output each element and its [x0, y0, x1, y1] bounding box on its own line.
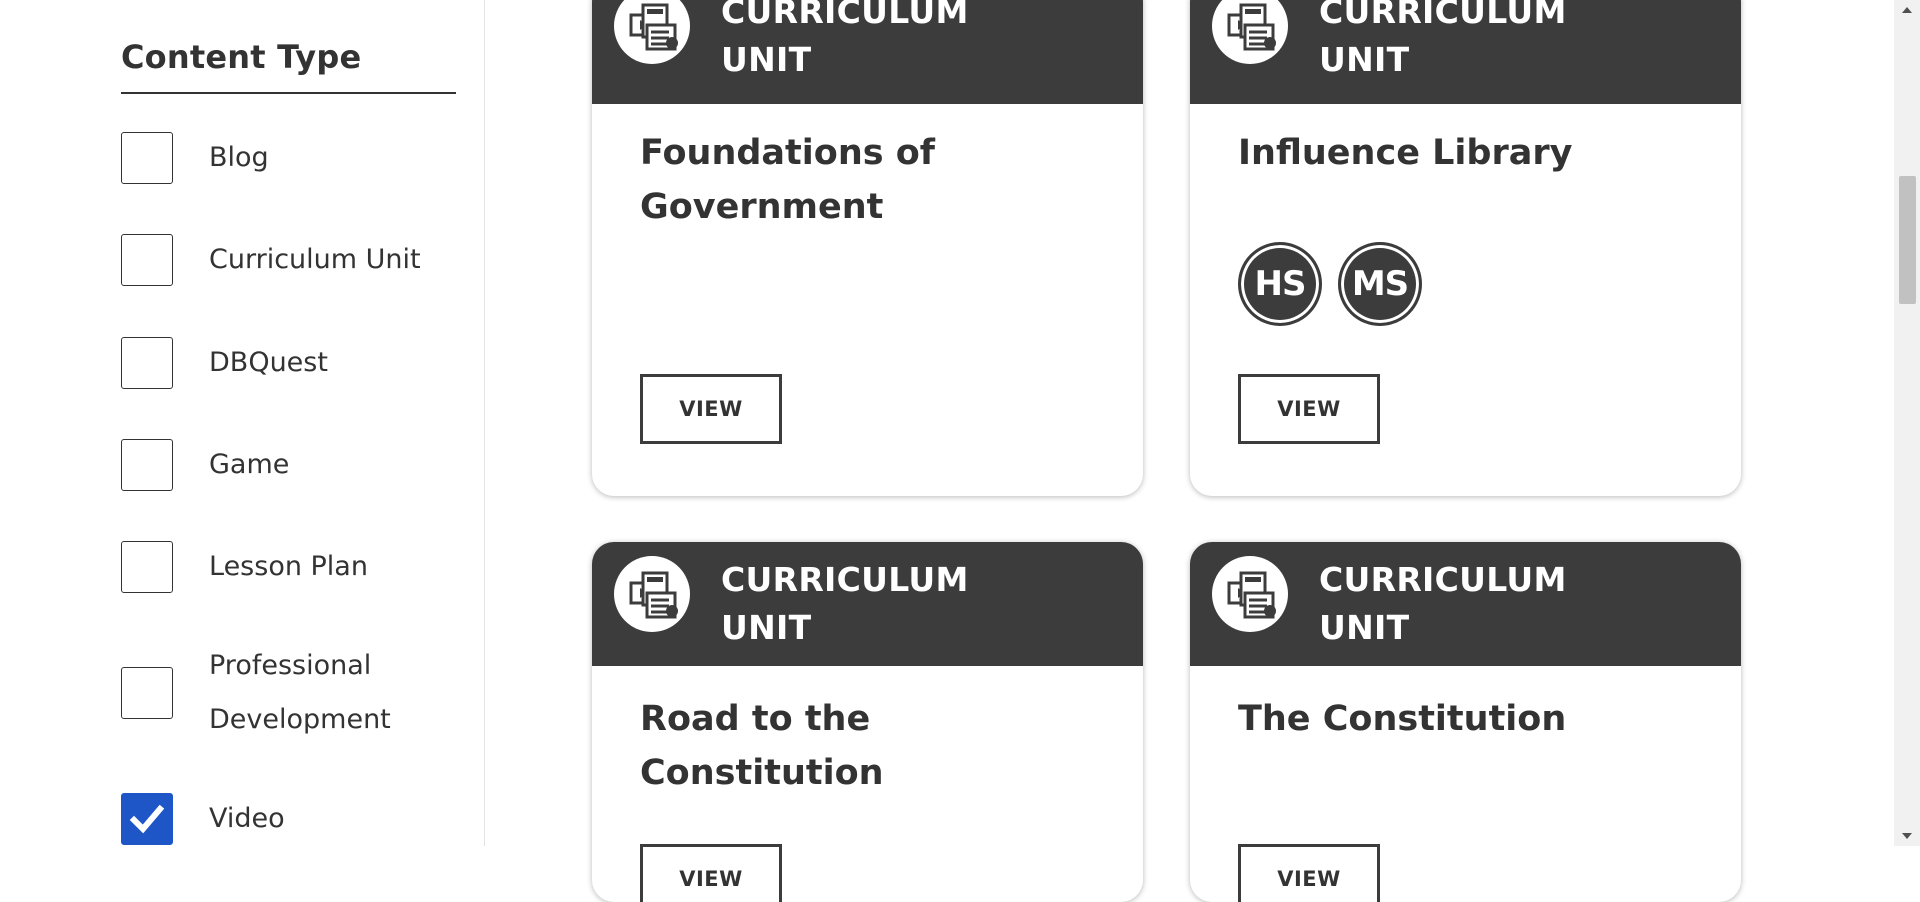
blog-checkbox[interactable] [121, 132, 173, 184]
card-header: CURRICULUM UNIT [592, 542, 1143, 666]
filter-label[interactable]: DBQuest [209, 336, 328, 390]
content-card: CURRICULUM UNIT Foundations of Governmen… [592, 0, 1143, 496]
filter-curriculum-unit[interactable]: Curriculum Unit [121, 233, 421, 287]
card-title[interactable]: Road to the Constitution [640, 692, 1100, 800]
page-scrollbar[interactable] [1894, 0, 1920, 846]
card-title[interactable]: Foundations of Government [640, 126, 1100, 234]
view-button[interactable]: VIEW [1238, 374, 1380, 444]
card-header: CURRICULUM UNIT [1190, 0, 1741, 104]
content-card: CURRICULUM UNIT Influence Library HS MS … [1190, 0, 1741, 496]
content-card: CURRICULUM UNIT Road to the Constitution… [592, 542, 1143, 902]
middle-school-badge: MS [1338, 242, 1422, 326]
card-header: CURRICULUM UNIT [1190, 542, 1741, 666]
content-card: CURRICULUM UNIT The Constitution VIEW [1190, 542, 1741, 902]
filter-label[interactable]: Lesson Plan [209, 540, 368, 594]
high-school-badge: HS [1238, 242, 1322, 326]
card-title[interactable]: The Constitution [1238, 692, 1698, 746]
card-type-label: CURRICULUM UNIT [1319, 0, 1567, 79]
filter-label[interactable]: Video [209, 792, 285, 846]
game-checkbox[interactable] [121, 439, 173, 491]
filter-label[interactable]: Game [209, 438, 289, 492]
content-type-filter-panel: Content Type Blog Curriculum Unit DBQues… [0, 0, 485, 846]
card-title[interactable]: Influence Library [1238, 126, 1698, 180]
curriculum-unit-icon [1212, 0, 1288, 64]
filter-heading: Content Type [121, 38, 362, 76]
video-checkbox[interactable] [121, 793, 173, 845]
view-button[interactable]: VIEW [640, 844, 782, 902]
card-type-label: CURRICULUM UNIT [1319, 560, 1567, 647]
curriculum-unit-icon [1212, 556, 1288, 632]
filter-dbquest[interactable]: DBQuest [121, 336, 328, 390]
filter-professional-development[interactable]: Professional Development [121, 639, 409, 747]
scroll-thumb[interactable] [1899, 176, 1916, 304]
filter-video[interactable]: Video [121, 792, 285, 846]
curriculum-unit-icon [614, 556, 690, 632]
filter-label[interactable]: Blog [209, 131, 269, 185]
filter-game[interactable]: Game [121, 438, 289, 492]
grade-level-badges: HS MS [1238, 242, 1422, 326]
card-type-label: CURRICULUM UNIT [721, 560, 969, 647]
curriculum-unit-checkbox[interactable] [121, 234, 173, 286]
filter-blog[interactable]: Blog [121, 131, 269, 185]
curriculum-unit-icon [614, 0, 690, 64]
scroll-down-icon[interactable] [1894, 826, 1920, 846]
professional-development-checkbox[interactable] [121, 667, 173, 719]
view-button[interactable]: VIEW [1238, 844, 1380, 902]
checkmark-icon [129, 804, 165, 834]
dbquest-checkbox[interactable] [121, 337, 173, 389]
view-button[interactable]: VIEW [640, 374, 782, 444]
filter-label[interactable]: Curriculum Unit [209, 233, 421, 287]
filter-lesson-plan[interactable]: Lesson Plan [121, 540, 368, 594]
filter-label[interactable]: Professional Development [209, 639, 409, 747]
lesson-plan-checkbox[interactable] [121, 541, 173, 593]
card-header: CURRICULUM UNIT [592, 0, 1143, 104]
heading-divider [121, 92, 456, 94]
card-type-label: CURRICULUM UNIT [721, 0, 969, 79]
scroll-up-icon[interactable] [1894, 0, 1920, 20]
